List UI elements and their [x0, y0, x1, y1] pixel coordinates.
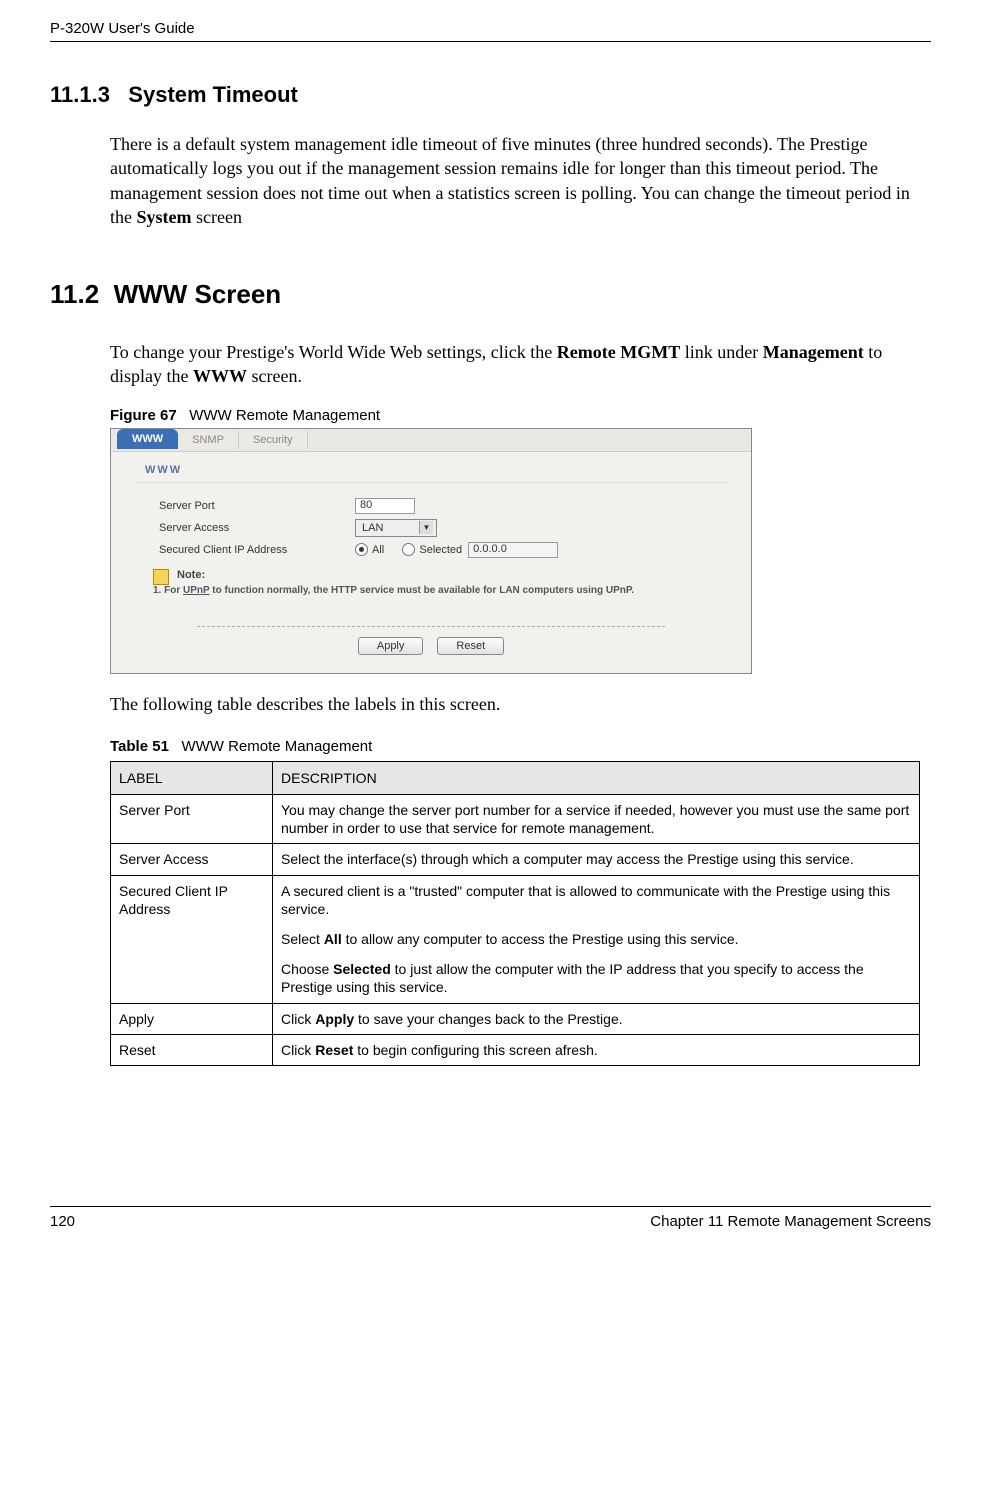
figure-label: Figure 67 [110, 407, 177, 424]
note-heading: Note: [175, 569, 205, 581]
tab-bar: WWW SNMP Security [111, 429, 751, 452]
bold-selected: Selected [333, 961, 391, 977]
server-access-value: LAN [362, 522, 383, 534]
bold-apply: Apply [315, 1011, 354, 1027]
table-row: Server Access Select the interface(s) th… [111, 844, 920, 875]
radio-selected-wrap[interactable]: Selected [402, 543, 462, 556]
th-label: LABEL [111, 762, 273, 795]
bold-all: All [324, 931, 342, 947]
page-number: 120 [50, 1213, 75, 1230]
table-title: WWW Remote Management [181, 738, 372, 755]
button-row: Apply Reset [111, 637, 751, 673]
server-access-label: Server Access [159, 522, 349, 534]
panel-title: WWW [111, 452, 751, 482]
selected-ip-input[interactable]: 0.0.0.0 [468, 542, 558, 558]
radio-all[interactable] [355, 543, 368, 556]
radio-all-label: All [372, 544, 384, 556]
section-11-1-3-body: There is a default system management idl… [110, 132, 931, 229]
page-footer: 120 Chapter 11 Remote Management Screens [50, 1206, 931, 1230]
th-description: DESCRIPTION [273, 762, 920, 795]
cell-desc: A secured client is a "trusted" computer… [273, 875, 920, 1003]
reset-button[interactable]: Reset [437, 637, 504, 655]
tab-security[interactable]: Security [239, 431, 308, 449]
cell-desc: Select the interface(s) through which a … [273, 844, 920, 875]
table-row: Apply Click Apply to save your changes b… [111, 1003, 920, 1034]
figure-title: WWW Remote Management [189, 407, 380, 424]
apply-button[interactable]: Apply [358, 637, 424, 655]
server-access-select[interactable]: LAN ▼ [355, 519, 437, 537]
section-11-2-heading: 11.2 WWW Screen [50, 279, 931, 310]
cell-desc: Click Apply to save your changes back to… [273, 1003, 920, 1034]
bold-reset: Reset [315, 1042, 353, 1058]
table-label: Table 51 [110, 738, 169, 755]
cell-label: Server Access [111, 844, 273, 875]
section-11-1-3-heading: 11.1.3 System Timeout [50, 82, 931, 108]
upnp-link[interactable]: UPnP [183, 585, 210, 596]
cell-desc: Click Reset to begin configuring this sc… [273, 1034, 920, 1065]
figure-67-caption: Figure 67 WWW Remote Management [110, 407, 931, 424]
cell-label: Reset [111, 1034, 273, 1065]
dotted-divider [197, 626, 665, 627]
note-heading-row: Note: [111, 565, 751, 585]
radio-all-wrap[interactable]: All [355, 543, 384, 556]
note-body: 1. For UPnP to function normally, the HT… [111, 585, 751, 598]
tab-snmp[interactable]: SNMP [178, 431, 239, 449]
radio-selected[interactable] [402, 543, 415, 556]
body-text-post: screen [192, 207, 242, 227]
manual-title: P-320W User's Guide [50, 20, 195, 37]
section-title: WWW Screen [114, 279, 282, 309]
table-row: Reset Click Reset to begin configuring t… [111, 1034, 920, 1065]
table-intro: The following table describes the labels… [110, 692, 931, 716]
page-header: P-320W User's Guide [50, 20, 931, 42]
management-bold: Management [763, 342, 864, 362]
table-row: Server Port You may change the server po… [111, 795, 920, 844]
remote-mgmt-bold: Remote MGMT [557, 342, 680, 362]
table-header-row: LABEL DESCRIPTION [111, 762, 920, 795]
cell-desc: You may change the server port number fo… [273, 795, 920, 844]
body-bold-system: System [137, 207, 192, 227]
section-title: System Timeout [128, 82, 298, 107]
server-port-input[interactable]: 80 [355, 498, 415, 514]
table-51-caption: Table 51 WWW Remote Management [110, 738, 931, 755]
chevron-down-icon: ▼ [419, 521, 433, 534]
section-number: 11.1.3 [50, 82, 110, 107]
section-number: 11.2 [50, 279, 99, 309]
note-icon [153, 569, 169, 585]
divider [135, 482, 727, 483]
form-area: Server Port 80 Server Access LAN ▼ Secur… [111, 489, 751, 565]
www-bold: WWW [193, 366, 247, 386]
radio-selected-label: Selected [419, 544, 462, 556]
chapter-name: Chapter 11 Remote Management Screens [650, 1213, 931, 1230]
secured-client-ip-label: Secured Client IP Address [159, 544, 349, 556]
server-port-label: Server Port [159, 500, 349, 512]
tab-www[interactable]: WWW [117, 429, 178, 449]
www-remote-management-screenshot: WWW SNMP Security WWW Server Port 80 Ser… [110, 428, 752, 674]
cell-label: Apply [111, 1003, 273, 1034]
cell-label: Server Port [111, 795, 273, 844]
table-row: Secured Client IP Address A secured clie… [111, 875, 920, 1003]
section-11-2-intro: To change your Prestige's World Wide Web… [110, 340, 931, 389]
cell-label: Secured Client IP Address [111, 875, 273, 1003]
table-51: LABEL DESCRIPTION Server Port You may ch… [110, 761, 920, 1066]
